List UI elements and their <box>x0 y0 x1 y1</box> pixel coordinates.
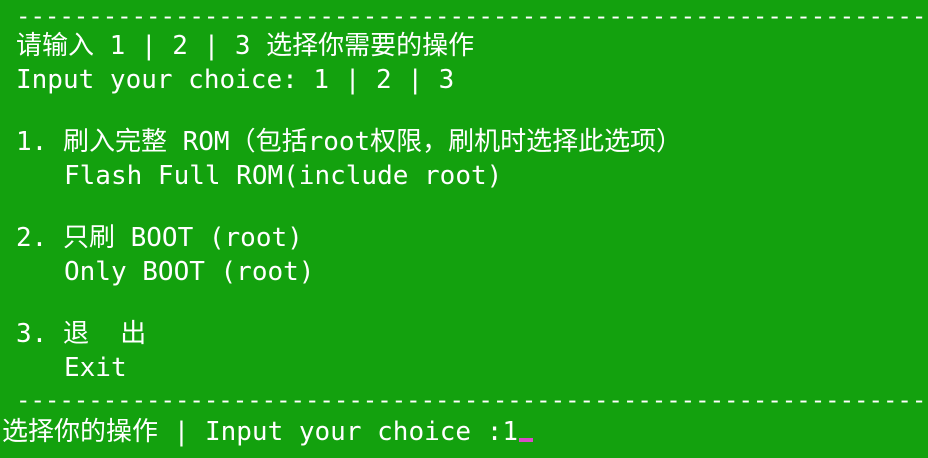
option-1-en: Flash Full ROM(include root) <box>64 161 503 191</box>
prompt-label: 选择你的操作 | Input your choice : <box>2 417 503 447</box>
bottom-divider: ----------------------------------------… <box>16 386 928 414</box>
option-3-en: Exit <box>64 353 127 383</box>
top-divider: ----------------------------------------… <box>16 2 928 30</box>
input-prompt-line[interactable]: 选择你的操作 | Input your choice :1 <box>2 416 534 448</box>
option-2-cn: 2. 只刷 BOOT (root) <box>16 223 303 253</box>
header-cn: 请输入 1 | 2 | 3 选择你需要的操作 <box>16 31 475 61</box>
choice-input-value[interactable]: 1 <box>502 417 518 447</box>
option-3-cn: 3. 退 出 <box>16 319 147 349</box>
option-1-cn: 1. 刷入完整 ROM（包括root权限，刷机时选择此选项） <box>16 127 683 157</box>
option-2-en: Only BOOT (root) <box>64 257 315 287</box>
header-en: Input your choice: 1 | 2 | 3 <box>16 65 455 95</box>
console-window[interactable]: ----------------------------------------… <box>0 0 928 458</box>
text-cursor <box>519 438 534 442</box>
